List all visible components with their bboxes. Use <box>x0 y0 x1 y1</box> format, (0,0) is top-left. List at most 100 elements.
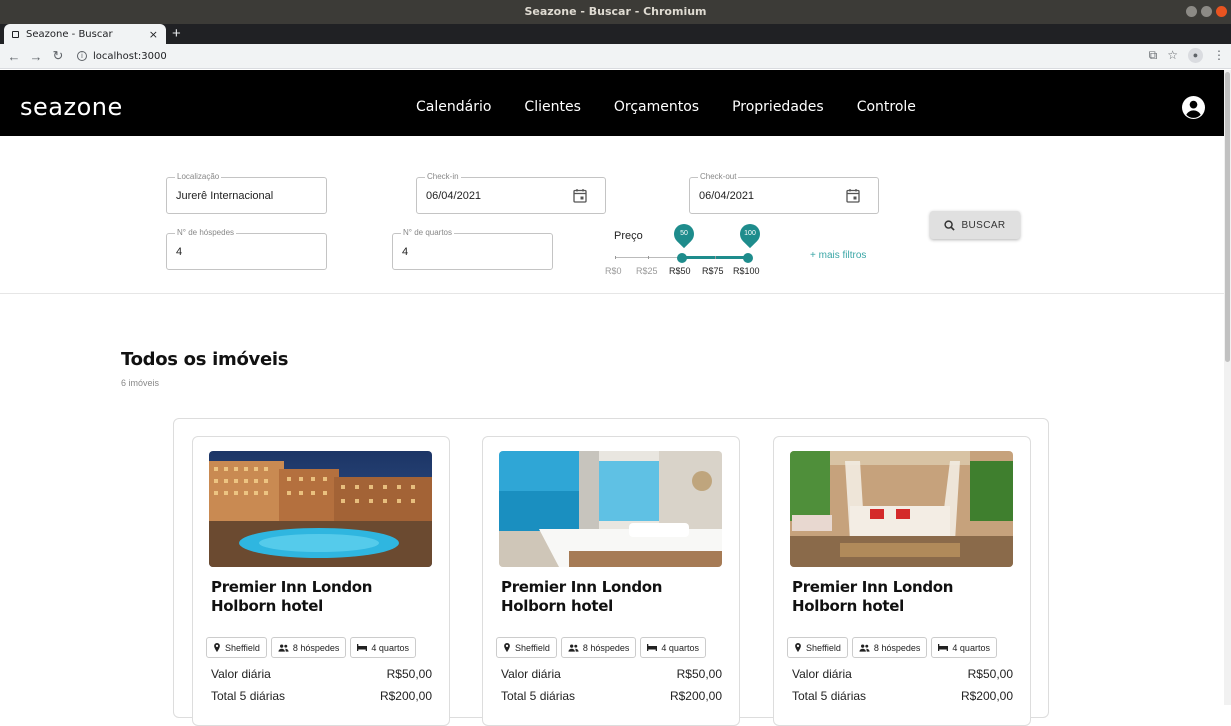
url-text: localhost:3000 <box>93 50 167 62</box>
property-title[interactable]: Premier Inn London Holborn hotel <box>792 578 1012 616</box>
calendar-icon[interactable] <box>846 188 860 203</box>
tick-label-75: R$75 <box>702 266 724 276</box>
info-icon[interactable]: i <box>77 51 87 61</box>
property-title[interactable]: Premier Inn London Holborn hotel <box>501 578 721 616</box>
total-price-row: Total 5 diárias R$200,00 <box>501 689 722 703</box>
property-image[interactable] <box>499 451 722 567</box>
os-titlebar: Seazone - Buscar - Chromium <box>0 0 1231 24</box>
daily-price-row: Valor diária R$50,00 <box>211 667 432 681</box>
property-card[interactable]: Premier Inn London Holborn hotel Sheffie… <box>773 436 1031 726</box>
location-pin-icon <box>795 643 801 652</box>
property-card[interactable]: Premier Inn London Holborn hotel Sheffie… <box>482 436 740 726</box>
results-count: 6 imóveis <box>121 378 160 388</box>
price-min-thumb[interactable] <box>677 253 687 263</box>
property-features: Sheffield 8 hóspedes 4 quartos <box>206 637 416 658</box>
people-icon <box>859 644 870 652</box>
location-pin-icon <box>214 643 220 652</box>
checkin-label: Check-in <box>425 172 461 181</box>
new-tab-button[interactable]: + <box>172 25 181 42</box>
window-title: Seazone - Buscar - Chromium <box>524 5 707 18</box>
checkout-field[interactable]: Check-out 06/04/2021 <box>689 172 879 214</box>
total-price-row: Total 5 diárias R$200,00 <box>792 689 1013 703</box>
daily-price-label: Valor diária <box>501 667 561 681</box>
browser-toolbar: ← → ↻ i localhost:3000 ⧉ ☆ ● ⋮ <box>0 44 1231 69</box>
slider-tick <box>715 256 716 259</box>
people-icon <box>568 644 579 652</box>
guests-field[interactable]: N° de hóspedes 4 <box>166 228 327 270</box>
daily-price-label: Valor diária <box>211 667 271 681</box>
menu-kebab-icon[interactable]: ⋮ <box>1213 48 1225 63</box>
guests-text: 8 hóspedes <box>873 642 921 653</box>
close-icon[interactable] <box>1216 6 1227 17</box>
checkin-value: 06/04/2021 <box>426 190 482 202</box>
seazone-logo[interactable]: seazone <box>20 93 123 121</box>
bed-icon <box>357 644 368 651</box>
nav-orcamentos[interactable]: Orçamentos <box>614 99 699 115</box>
guests-chip: 8 hóspedes <box>560 637 637 658</box>
guests-chip: 8 hóspedes <box>851 637 928 658</box>
tab-close-icon[interactable]: × <box>149 28 158 41</box>
forward-icon[interactable]: → <box>25 49 47 64</box>
page-scrollbar[interactable] <box>1224 70 1231 705</box>
price-min-value: 50 <box>680 230 688 237</box>
guests-text: 8 hóspedes <box>582 642 630 653</box>
nav-calendario[interactable]: Calendário <box>416 99 491 115</box>
price-max-thumb[interactable] <box>743 253 753 263</box>
guests-chip: 8 hóspedes <box>270 637 347 658</box>
more-filters-link[interactable]: + mais filtros <box>810 250 866 261</box>
city-chip: Sheffield <box>206 637 267 658</box>
scrollbar-thumb[interactable] <box>1225 72 1230 362</box>
checkout-label: Check-out <box>698 172 739 181</box>
people-icon <box>278 644 289 652</box>
back-icon[interactable]: ← <box>3 49 25 64</box>
profile-icon[interactable]: ● <box>1188 48 1203 63</box>
nav-propriedades[interactable]: Propriedades <box>732 99 824 115</box>
guests-label: N° de hóspedes <box>175 228 237 237</box>
checkin-field[interactable]: Check-in 06/04/2021 <box>416 172 606 214</box>
rooms-chip: 4 quartos <box>931 637 997 658</box>
daily-price-value: R$50,00 <box>676 667 722 681</box>
address-bar[interactable]: i localhost:3000 <box>77 51 167 62</box>
rooms-field[interactable]: N° de quartos 4 <box>392 228 553 270</box>
checkout-value: 06/04/2021 <box>699 190 755 202</box>
tick-label-50: R$50 <box>669 266 691 276</box>
main-nav: Calendário Clientes Orçamentos Proprieda… <box>416 99 949 115</box>
rooms-value: 4 <box>402 246 409 258</box>
property-image[interactable] <box>790 451 1013 567</box>
property-card[interactable]: Premier Inn London Holborn hotel Sheffie… <box>192 436 450 726</box>
bookmark-star-icon[interactable]: ☆ <box>1167 48 1178 63</box>
total-price-label: Total 5 diárias <box>211 689 286 703</box>
maximize-icon[interactable] <box>1201 6 1212 17</box>
city-text: Sheffield <box>225 642 260 653</box>
browser-tab[interactable]: Seazone - Buscar × <box>4 24 166 44</box>
total-price-label: Total 5 diárias <box>501 689 576 703</box>
search-button[interactable]: BUSCAR <box>930 211 1020 239</box>
window-controls <box>1186 6 1227 17</box>
calendar-icon[interactable] <box>573 188 587 203</box>
price-label: Preço <box>614 230 643 242</box>
city-text: Sheffield <box>806 642 841 653</box>
property-image[interactable] <box>209 451 432 567</box>
daily-price-label: Valor diária <box>792 667 852 681</box>
total-price-label: Total 5 diárias <box>792 689 867 703</box>
toolbar-actions: ⧉ ☆ ● ⋮ <box>1149 48 1225 63</box>
rooms-chip: 4 quartos <box>640 637 706 658</box>
daily-price-value: R$50,00 <box>967 667 1013 681</box>
nav-clientes[interactable]: Clientes <box>524 99 580 115</box>
reload-icon[interactable]: ↻ <box>47 48 69 64</box>
property-title[interactable]: Premier Inn London Holborn hotel <box>211 578 431 616</box>
rooms-label: N° de quartos <box>401 228 455 237</box>
nav-controle[interactable]: Controle <box>857 99 916 115</box>
location-field[interactable]: Localização Jurerê Internacional <box>166 172 327 214</box>
translate-icon[interactable]: ⧉ <box>1149 48 1158 63</box>
guests-value: 4 <box>176 246 183 258</box>
price-max-value: 100 <box>744 230 756 237</box>
tick-label-100: R$100 <box>733 266 760 276</box>
property-features: Sheffield 8 hóspedes 4 quartos <box>496 637 706 658</box>
minimize-icon[interactable] <box>1186 6 1197 17</box>
account-circle-icon[interactable] <box>1182 96 1205 119</box>
city-chip: Sheffield <box>496 637 557 658</box>
location-pin-icon <box>504 643 510 652</box>
guests-text: 8 hóspedes <box>292 642 340 653</box>
rooms-chip: 4 quartos <box>350 637 416 658</box>
